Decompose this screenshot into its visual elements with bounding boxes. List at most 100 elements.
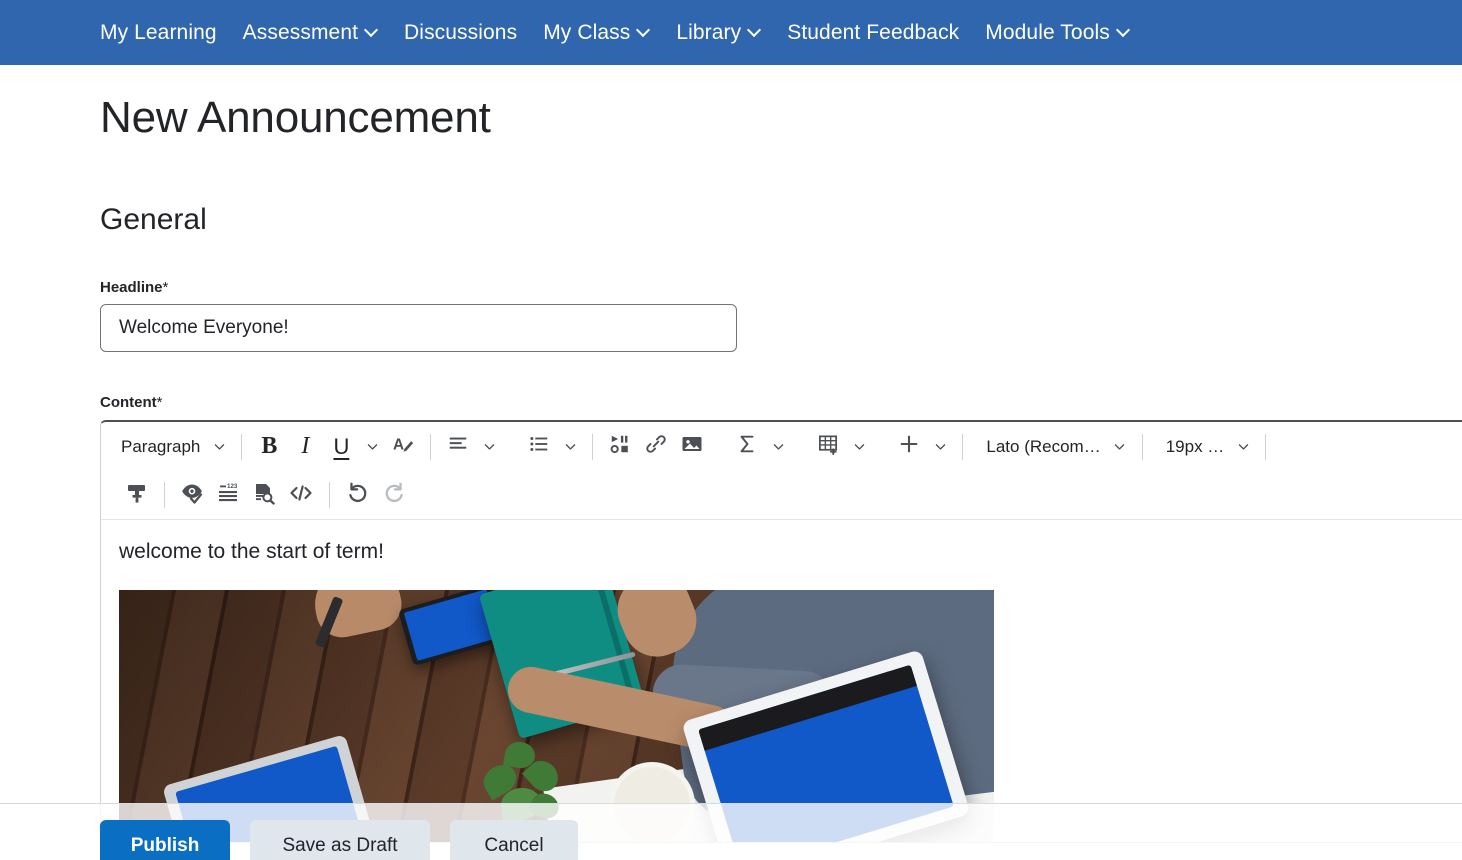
chevron-down-icon[interactable] bbox=[476, 429, 502, 465]
toolbar-divider bbox=[1142, 434, 1143, 460]
required-marker: * bbox=[157, 394, 163, 411]
editor-toolbar-row-2: 123 bbox=[101, 471, 1462, 520]
nav-item-my-class[interactable]: My Class bbox=[530, 15, 663, 51]
nav-item-label: Module Tools bbox=[985, 21, 1110, 45]
format-painter-button[interactable] bbox=[119, 477, 155, 513]
font-family-dropdown[interactable]: Lato (Recom… bbox=[972, 429, 1132, 465]
list-button[interactable] bbox=[521, 429, 557, 465]
publish-button[interactable]: Publish bbox=[100, 820, 230, 860]
chevron-down-icon bbox=[749, 25, 761, 37]
redo-button[interactable] bbox=[376, 477, 413, 513]
nav-item-my-learning[interactable]: My Learning bbox=[100, 15, 230, 51]
content-label: Content* bbox=[100, 394, 1462, 411]
chevron-down-icon[interactable] bbox=[765, 429, 791, 465]
editor-content-area[interactable]: welcome to the start of term! bbox=[101, 520, 1462, 842]
paint-roller-icon bbox=[125, 481, 149, 510]
preview-button[interactable] bbox=[246, 477, 282, 513]
word-count-button[interactable]: 123 bbox=[210, 477, 246, 513]
accessibility-check-icon bbox=[180, 481, 204, 510]
toolbar-divider bbox=[430, 434, 431, 460]
bulleted-list-icon bbox=[528, 433, 550, 460]
chevron-down-icon bbox=[206, 429, 232, 465]
underline-group: U bbox=[323, 429, 385, 465]
undo-button[interactable] bbox=[339, 477, 376, 513]
svg-text:123: 123 bbox=[227, 483, 238, 490]
table-group bbox=[810, 429, 872, 465]
nav-item-label: Student Feedback bbox=[787, 21, 959, 45]
section-heading-general: General bbox=[100, 203, 1462, 237]
insert-image-button[interactable] bbox=[674, 429, 710, 465]
chevron-down-icon bbox=[638, 25, 650, 37]
font-size-dropdown[interactable]: 19px … bbox=[1152, 429, 1257, 465]
chevron-down-icon bbox=[1118, 25, 1130, 37]
page-title: New Announcement bbox=[100, 93, 1462, 143]
svg-text:A: A bbox=[393, 436, 404, 453]
media-icon bbox=[609, 433, 631, 460]
html-source-button[interactable] bbox=[282, 477, 320, 513]
redo-icon bbox=[382, 480, 407, 510]
image-icon bbox=[680, 432, 704, 461]
nav-item-label: Library bbox=[676, 21, 741, 45]
editor-toolbar-row-1: Paragraph B I U bbox=[101, 422, 1462, 471]
paragraph-style-dropdown[interactable]: Paragraph bbox=[107, 429, 232, 465]
insert-more-button[interactable] bbox=[891, 429, 927, 465]
headline-label: Headline* bbox=[100, 279, 1462, 296]
text-color-button[interactable]: A bbox=[385, 429, 421, 465]
nav-item-module-tools[interactable]: Module Tools bbox=[972, 15, 1143, 51]
insert-equation-button[interactable] bbox=[729, 429, 765, 465]
toolbar-divider bbox=[164, 482, 165, 508]
toolbar-divider bbox=[1265, 434, 1266, 460]
italic-button[interactable]: I bbox=[287, 429, 323, 465]
page-content: New Announcement General Headline* Conte… bbox=[0, 93, 1462, 860]
chevron-down-icon bbox=[366, 25, 378, 37]
font-size-label: 19px … bbox=[1152, 437, 1231, 457]
nav-item-label: My Class bbox=[543, 21, 630, 45]
nav-item-student-feedback[interactable]: Student Feedback bbox=[774, 15, 972, 51]
undo-icon bbox=[345, 480, 370, 510]
underline-icon: U bbox=[333, 434, 349, 460]
save-as-draft-button[interactable]: Save as Draft bbox=[250, 820, 430, 860]
align-left-icon bbox=[447, 433, 469, 460]
cancel-button[interactable]: Cancel bbox=[450, 820, 578, 860]
sigma-icon bbox=[736, 433, 758, 460]
headline-input[interactable] bbox=[100, 304, 737, 352]
align-group bbox=[440, 429, 502, 465]
chevron-down-icon[interactable] bbox=[557, 429, 583, 465]
underline-button[interactable]: U bbox=[323, 429, 359, 465]
nav-item-library[interactable]: Library bbox=[663, 15, 774, 51]
nav-item-label: Assessment bbox=[243, 21, 358, 45]
list-group bbox=[521, 429, 583, 465]
insert-table-button[interactable] bbox=[810, 429, 846, 465]
bold-button[interactable]: B bbox=[251, 429, 287, 465]
table-icon bbox=[817, 433, 840, 461]
chevron-down-icon bbox=[1230, 429, 1256, 465]
toolbar-divider bbox=[592, 434, 593, 460]
chevron-down-icon bbox=[1107, 429, 1133, 465]
italic-icon: I bbox=[301, 433, 309, 460]
nav-item-label: My Learning bbox=[100, 21, 217, 45]
chevron-down-icon[interactable] bbox=[846, 429, 872, 465]
insert-more-group bbox=[891, 429, 953, 465]
insert-link-button[interactable] bbox=[638, 429, 674, 465]
content-label-text: Content bbox=[100, 394, 157, 411]
link-icon bbox=[645, 433, 667, 460]
nav-item-assessment[interactable]: Assessment bbox=[230, 15, 391, 51]
editor-paragraph: welcome to the start of term! bbox=[119, 540, 1462, 564]
nav-item-label: Discussions bbox=[404, 21, 517, 45]
chevron-down-icon[interactable] bbox=[927, 429, 953, 465]
accessibility-checker-button[interactable] bbox=[174, 477, 210, 513]
align-button[interactable] bbox=[440, 429, 476, 465]
document-search-icon bbox=[252, 481, 276, 510]
bold-icon: B bbox=[261, 433, 277, 460]
toolbar-divider bbox=[241, 434, 242, 460]
insert-media-button[interactable] bbox=[602, 429, 638, 465]
chevron-down-icon[interactable] bbox=[359, 429, 385, 465]
action-bar: Publish Save as Draft Cancel bbox=[0, 803, 1462, 860]
paragraph-style-label: Paragraph bbox=[107, 437, 206, 457]
toolbar-divider bbox=[962, 434, 963, 460]
font-family-label: Lato (Recom… bbox=[972, 437, 1106, 457]
nav-item-discussions[interactable]: Discussions bbox=[391, 15, 530, 51]
required-marker: * bbox=[163, 279, 169, 296]
word-count-icon: 123 bbox=[216, 481, 240, 510]
rich-text-editor: Paragraph B I U bbox=[100, 420, 1462, 843]
